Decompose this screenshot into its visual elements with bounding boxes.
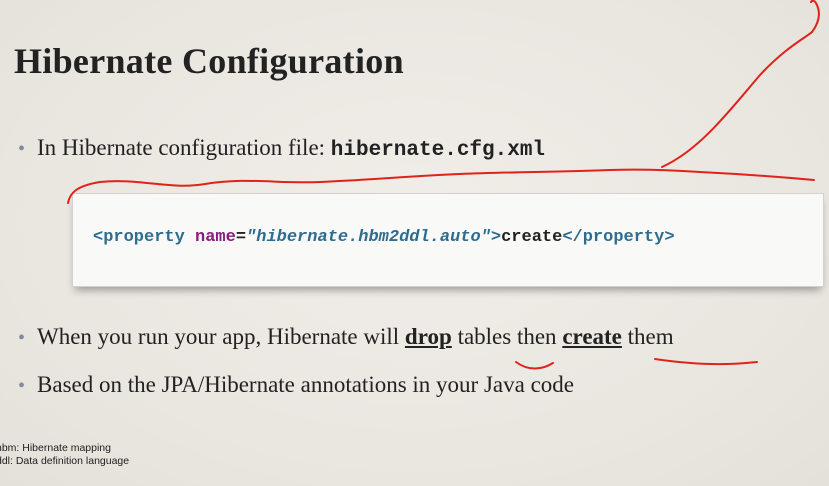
bullet-config-text: In Hibernate configuration file: [37,135,331,160]
bullet-dot-icon: • [18,327,26,349]
keyword-drop: drop [404,324,452,349]
bullet-run-app: • When you run your app, Hibernate will d… [18,324,674,350]
annotation-underline-drop [515,361,554,370]
bullet-dot-icon: • [18,375,26,397]
bullet-annotations-text: Based on the JPA/Hibernate annotations i… [37,372,575,397]
bullet-run-text-2: tables then [451,324,563,349]
code-attr-value: "hibernate.hbm2ddl.auto" [246,228,491,247]
annotation-underline-create [654,358,758,366]
code-open-tag: <property [93,228,185,247]
code-attr-name: name [195,228,236,247]
code-snippet-box: <property name="hibernate.hbm2ddl.auto">… [72,193,824,287]
footnote-ddl: ddl: Data definition language [0,455,130,467]
bullet-run-text-1: When you run your app, Hibernate will [37,324,405,349]
code-line: <property name="hibernate.hbm2ddl.auto">… [93,228,675,247]
keyword-create: create [562,324,622,349]
annotation-arrow-stroke [661,31,813,168]
bullet-dot-icon: • [18,138,26,160]
slide-title: Hibernate Configuration [14,41,404,81]
annotation-arrow-hook [810,0,820,33]
code-equals: = [235,228,247,247]
config-filename: hibernate.cfg.xml [330,139,546,162]
code-end-tag: </property> [562,228,675,247]
bullet-run-text-3: them [621,324,674,349]
code-content: create [501,228,563,247]
bullet-annotations: • Based on the JPA/Hibernate annotations … [18,372,574,398]
code-close-bracket: > [490,228,502,247]
footnote-hbm: hbm: Hibernate mapping [0,442,111,454]
bullet-config-file: • In Hibernate configuration file: hibern… [18,135,545,162]
